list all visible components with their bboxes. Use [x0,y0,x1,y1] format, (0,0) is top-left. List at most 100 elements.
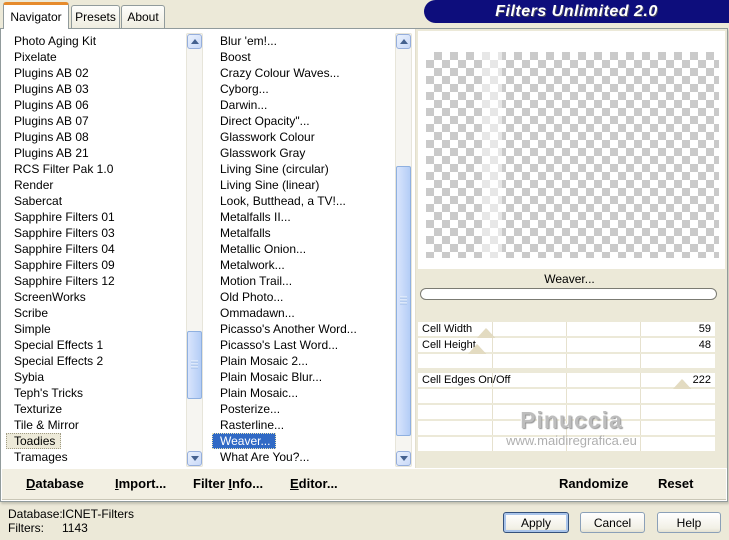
filter-list-item[interactable]: Motion Trail... [212,273,395,289]
category-list-item[interactable]: Sapphire Filters 03 [6,225,186,241]
filter-list-item[interactable]: Crazy Colour Waves... [212,65,395,81]
category-list-item[interactable]: Pixelate [6,49,186,65]
chevron-up-icon [399,35,408,44]
category-list-item[interactable]: Plugins AB 03 [6,81,186,97]
scroll-down-button[interactable] [187,451,202,466]
status-filters-value: 1143 [62,521,88,535]
scrollbar-thumb[interactable] [187,331,202,399]
filter-list-item[interactable]: Cyborg... [212,81,395,97]
slider-empty-row [418,421,715,435]
filter-list-item[interactable]: Blur 'em!... [212,33,395,49]
category-list-item[interactable]: Plugins AB 06 [6,97,186,113]
category-list-item[interactable]: Render [6,177,186,193]
filter-list-item[interactable]: Metalfalls [212,225,395,241]
slider-label: Cell Edges On/Off [422,374,511,386]
category-list-item[interactable]: Sapphire Filters 01 [6,209,186,225]
category-list-item[interactable]: Tile & Mirror [6,417,186,433]
slider-empty-row [418,437,715,451]
slider-value: 59 [698,323,711,335]
reset-button[interactable]: Reset [658,476,693,491]
category-list-item[interactable]: Scribe [6,305,186,321]
category-list-item[interactable]: Texturize [6,401,186,417]
filter-list-item[interactable]: Boost [212,49,395,65]
category-list-item[interactable]: Photo Aging Kit [6,33,186,49]
filter-list-item[interactable]: Metalfalls II... [212,209,395,225]
category-list-item[interactable]: Plugins AB 02 [6,65,186,81]
filter-list-item[interactable]: Plain Mosaic Blur... [212,369,395,385]
filter-list-item[interactable]: Darwin... [212,97,395,113]
category-list-item[interactable]: Sapphire Filters 09 [6,257,186,273]
render-progress-bar [420,288,717,300]
slider-value: 222 [692,374,711,386]
filter-list-item[interactable]: Picasso's Another Word... [212,321,395,337]
scroll-up-button[interactable] [187,34,202,49]
scrollbar-thumb[interactable] [396,166,411,436]
slider-cell-height[interactable]: Cell Height 48 [418,338,715,355]
category-list-item[interactable]: Plugins AB 08 [6,129,186,145]
filter-info-button[interactable]: Filter Info... [193,476,263,491]
filter-list-item[interactable]: Old Photo... [212,289,395,305]
filter-list-item[interactable]: Direct Opacity"... [212,113,395,129]
preview-frame [418,31,725,269]
category-list-item[interactable]: RCS Filter Pak 1.0 [6,161,186,177]
chevron-up-icon [190,35,199,44]
category-list[interactable]: Photo Aging Kit Pixelate Plugins AB 02 Plug… [6,33,186,467]
category-list-item[interactable]: Simple [6,321,186,337]
category-list-item[interactable]: Sybia [6,369,186,385]
preview-effect-stripe [482,52,502,258]
filter-list-item[interactable]: Plain Mosaic 2... [212,353,395,369]
cancel-button[interactable]: Cancel [580,512,645,533]
filter-list-item[interactable]: Living Sine (circular) [212,161,395,177]
status-database-value: ICNET-Filters [62,507,134,521]
category-list-item[interactable]: Special Effects 2 [6,353,186,369]
slider-cell-width[interactable]: Cell Width 59 [418,322,715,339]
help-button[interactable]: Help [657,512,721,533]
database-button[interactable]: Database [26,476,84,491]
apply-button[interactable]: Apply [503,512,569,533]
category-list-item[interactable]: Tramages [6,449,186,465]
category-list-item[interactable]: Sapphire Filters 12 [6,273,186,289]
category-list-item[interactable]: Teph's Tricks [6,385,186,401]
category-list-item[interactable]: Sabercat [6,193,186,209]
tab-about[interactable]: About [121,5,165,28]
filter-list-item[interactable]: Glasswork Gray [212,145,395,161]
filter-list-item[interactable]: Living Sine (linear) [212,177,395,193]
category-list-item[interactable]: ScreenWorks [6,289,186,305]
slider-label: Cell Width [422,323,473,335]
toolbar-strip: Database Import... Filter Info... Editor… [2,468,726,500]
category-list-item[interactable]: Plugins AB 21 [6,145,186,161]
filter-list-item[interactable]: Rasterline... [212,417,395,433]
filter-list-scrollbar[interactable] [395,33,412,467]
slider-cell-edges[interactable]: Cell Edges On/Off 222 [418,373,715,390]
tab-about-label: About [127,10,159,24]
filter-list-item[interactable]: What Are You?... [212,449,395,465]
filter-list-item[interactable]: Metallic Onion... [212,241,395,257]
app-title-bar: Filters Unlimited 2.0 [424,0,729,23]
filter-list-item[interactable]: Posterize... [212,401,395,417]
tab-navigator[interactable]: Navigator [3,2,69,29]
filter-list-item[interactable]: Look, Butthead, a TV!... [212,193,395,209]
filter-list-item[interactable]: Glasswork Colour [212,129,395,145]
chevron-down-icon [190,456,199,465]
category-list-item[interactable]: Toadies [6,433,62,449]
filter-list-item[interactable]: Plain Mosaic... [212,385,395,401]
scroll-down-button[interactable] [396,451,411,466]
import-button[interactable]: Import... [115,476,166,491]
category-list-scrollbar[interactable] [186,33,203,467]
filter-list-item[interactable]: Picasso's Last Word... [212,337,395,353]
preview-panel: Weaver... Cell Width 59 Cell Height 48 C… [415,29,727,468]
randomize-button[interactable]: Randomize [559,476,628,491]
filter-list-item[interactable]: Ommadawn... [212,305,395,321]
category-list-item[interactable]: Plugins AB 07 [6,113,186,129]
filters-unlimited-dialog: Navigator Presets About Filters Unlimite… [0,0,729,540]
category-list-item[interactable]: Sapphire Filters 04 [6,241,186,257]
slider-empty-row [418,405,715,419]
category-list-item[interactable]: Special Effects 1 [6,337,186,353]
editor-button[interactable]: Editor... [290,476,338,491]
filter-list-item[interactable]: Weaver... [212,433,277,449]
tab-presets[interactable]: Presets [71,5,120,28]
filter-list[interactable]: Blur 'em!... Boost Crazy Colour Waves... Cy… [212,33,395,467]
filter-list-item[interactable]: Metalwork... [212,257,395,273]
selected-filter-label: Weaver... [544,272,595,286]
scroll-up-button[interactable] [396,34,411,49]
